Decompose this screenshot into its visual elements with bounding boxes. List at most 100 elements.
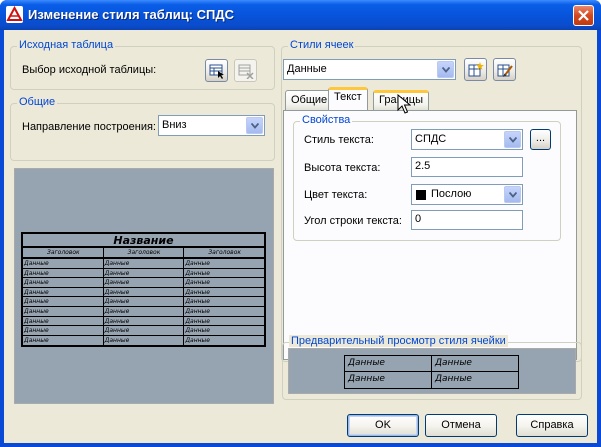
- dropdown-arrow-icon[interactable]: [246, 117, 263, 134]
- cell-style-preview: Данные Данные Данные Данные: [288, 348, 576, 394]
- title-bar[interactable]: Изменение стиля таблиц: СПДС: [0, 0, 601, 30]
- preview-data-cell: Данные: [104, 297, 185, 306]
- select-source-table-label: Выбор исходной таблицы:: [22, 64, 157, 76]
- text-angle-value: 0: [415, 213, 422, 225]
- preview-data-cell: Данные: [23, 287, 104, 297]
- preview-data-cell: Данные: [185, 260, 210, 267]
- cell-preview-cell: Данные: [435, 374, 472, 384]
- direction-label: Направление построения:: [22, 121, 156, 133]
- clear-table-button[interactable]: [234, 59, 257, 82]
- preview-data-cell: Данные: [23, 278, 104, 287]
- preview-data-cell: Данные: [185, 307, 210, 315]
- preview-data-cell: Данные: [23, 335, 104, 346]
- cell-preview-cell: Данные: [345, 356, 432, 371]
- cell-style-select[interactable]: Данные: [283, 59, 456, 80]
- dropdown-arrow-icon[interactable]: [504, 131, 521, 148]
- text-height-label: Высота текста:: [304, 162, 381, 174]
- cell-preview-group-title: Предварительный просмотр стиля ячейки: [289, 335, 508, 347]
- manage-cell-styles-icon: [497, 64, 513, 77]
- preview-data-cell: Данные: [185, 269, 210, 277]
- preview-data-cell: Данные: [104, 259, 185, 268]
- manage-cell-styles-button[interactable]: [493, 58, 516, 81]
- dropdown-arrow-icon[interactable]: [437, 61, 454, 78]
- cell-preview-row: Данные Данные: [345, 372, 518, 388]
- preview-data-cell: Данные: [104, 287, 185, 297]
- preview-data-row: Данные Данные Данные: [23, 297, 264, 307]
- cursor-icon: [397, 94, 411, 114]
- preview-data-cell: Данные: [104, 268, 185, 278]
- ok-button[interactable]: OK: [347, 414, 419, 437]
- preview-data-row: Данные Данные Данные: [23, 268, 264, 279]
- text-angle-label: Угол строки текста:: [304, 215, 402, 227]
- preview-data-cell: Данные: [185, 327, 210, 335]
- select-table-icon: [209, 64, 224, 79]
- preview-data-cell: Данные: [104, 278, 185, 287]
- text-style-value: СПДС: [415, 133, 447, 145]
- preview-data-cell: Данные: [185, 288, 210, 296]
- preview-header-cell: Заголовок: [104, 248, 185, 257]
- preview-data-cell: Данные: [23, 259, 104, 268]
- cell-preview-table: Данные Данные Данные Данные: [344, 355, 519, 389]
- dialog-client: Исходная таблица Выбор исходной таблицы:: [4, 30, 597, 443]
- text-color-select[interactable]: Послою: [411, 184, 523, 205]
- cell-preview-cell: Данные: [345, 372, 432, 388]
- preview-data-row: Данные Данные Данные: [23, 316, 264, 327]
- preview-data-cell: Данные: [23, 297, 104, 306]
- preview-header-cell: Заголовок: [208, 249, 242, 256]
- tab-text[interactable]: Текст: [328, 87, 368, 110]
- direction-value: Вниз: [162, 119, 187, 131]
- preview-data-row: Данные Данные Данные: [23, 335, 264, 346]
- preview-data-row: Данные Данные Данные: [23, 278, 264, 288]
- source-table-group-title: Исходная таблица: [17, 39, 116, 51]
- cancel-button[interactable]: Отмена: [425, 414, 497, 437]
- select-table-button[interactable]: [205, 59, 228, 82]
- close-icon: [578, 10, 589, 21]
- table-style-preview: Название Заголовок Заголовок Заголовок Д…: [14, 168, 274, 404]
- text-style-browse-button[interactable]: ...: [530, 129, 551, 150]
- preview-data-cell: Данные: [104, 316, 185, 326]
- help-button[interactable]: Справка: [516, 414, 588, 437]
- text-height-input[interactable]: 2.5: [411, 157, 523, 177]
- clear-table-icon: [238, 64, 254, 79]
- cell-preview-row: Данные Данные: [345, 356, 518, 372]
- source-table-group: Исходная таблица Выбор исходной таблицы:: [10, 39, 275, 90]
- text-angle-input[interactable]: 0: [411, 210, 523, 230]
- new-cell-style-button[interactable]: [464, 58, 487, 81]
- text-style-select[interactable]: СПДС: [411, 129, 523, 150]
- general-group: Общие Направление построения: Вниз: [10, 96, 275, 161]
- preview-table: Название Заголовок Заголовок Заголовок Д…: [21, 232, 266, 348]
- app-icon: [6, 6, 23, 23]
- cell-styles-group-title: Стили ячеек: [288, 39, 356, 51]
- cell-preview-cell: Данные: [435, 358, 472, 368]
- dropdown-arrow-icon[interactable]: [504, 186, 521, 203]
- preview-table-title: Название: [23, 234, 264, 248]
- preview-data-cell: Данные: [104, 306, 185, 316]
- text-color-label: Цвет текста:: [304, 189, 368, 201]
- tab-general[interactable]: Общие: [285, 90, 334, 110]
- text-color-value: Послою: [431, 188, 472, 200]
- preview-data-cell: Данные: [185, 336, 210, 344]
- preview-header-row: Заголовок Заголовок Заголовок: [23, 248, 264, 259]
- preview-data-cell: Данные: [104, 326, 185, 335]
- preview-data-cell: Данные: [185, 317, 210, 325]
- preview-data-cell: Данные: [185, 298, 210, 306]
- properties-group-title: Свойства: [300, 114, 353, 126]
- preview-data-row: Данные Данные Данные: [23, 259, 264, 269]
- cell-style-value: Данные: [287, 63, 327, 75]
- text-style-label: Стиль текста:: [304, 134, 374, 146]
- direction-select[interactable]: Вниз: [158, 115, 265, 136]
- preview-data-cell: Данные: [185, 279, 210, 287]
- dialog-window: Изменение стиля таблиц: СПДС Исходная та…: [0, 0, 601, 447]
- preview-data-cell: Данные: [104, 335, 185, 346]
- preview-header-cell: Заголовок: [23, 248, 104, 257]
- preview-data-cell: Данные: [23, 326, 104, 335]
- preview-data-row: Данные Данные Данные: [23, 287, 264, 298]
- browse-label: ...: [535, 132, 546, 144]
- preview-data-row: Данные Данные Данные: [23, 326, 264, 336]
- preview-data-row: Данные Данные Данные: [23, 306, 264, 317]
- preview-data-cell: Данные: [23, 268, 104, 278]
- close-button[interactable]: [573, 5, 594, 26]
- text-height-value: 2.5: [415, 160, 431, 172]
- preview-data-cell: Данные: [23, 316, 104, 326]
- new-cell-style-icon: [468, 62, 484, 77]
